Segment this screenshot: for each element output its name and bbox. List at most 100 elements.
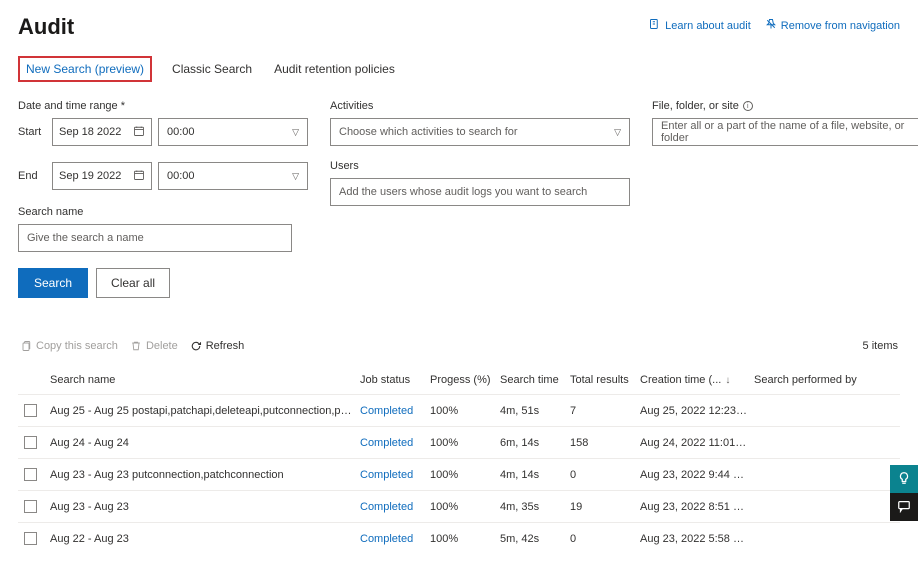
results-count: 5 items	[863, 340, 898, 352]
tab-new-search[interactable]: New Search (preview)	[18, 56, 152, 82]
row-progress: 100%	[430, 437, 500, 449]
trash-icon	[130, 340, 142, 352]
date-range-label: Date and time range *	[18, 100, 308, 112]
tab-classic-search[interactable]: Classic Search	[170, 56, 254, 82]
row-search-name[interactable]: Aug 24 - Aug 24	[50, 437, 360, 449]
feedback-button[interactable]	[890, 465, 918, 493]
row-job-status[interactable]: Completed	[360, 437, 430, 449]
table-row[interactable]: Aug 23 - Aug 23Completed100%4m, 35s19Aug…	[18, 490, 900, 522]
search-button[interactable]: Search	[18, 268, 88, 298]
row-job-status[interactable]: Completed	[360, 469, 430, 481]
end-time-picker[interactable]: 00:00 ▽	[158, 162, 308, 190]
row-creation-time: Aug 25, 2022 12:23…	[640, 405, 754, 417]
row-creation-time: Aug 23, 2022 9:44 …	[640, 469, 754, 481]
row-progress: 100%	[430, 405, 500, 417]
calendar-icon	[133, 169, 145, 184]
col-creation-time[interactable]: Creation time (... ↓	[640, 374, 754, 386]
col-search-name[interactable]: Search name	[50, 374, 360, 386]
end-label: End	[18, 170, 46, 182]
start-date-value: Sep 18 2022	[59, 126, 121, 138]
start-date-picker[interactable]: Sep 18 2022	[52, 118, 152, 146]
col-total-results[interactable]: Total results	[570, 374, 640, 386]
row-total-results: 0	[570, 469, 640, 481]
end-date-picker[interactable]: Sep 19 2022	[52, 162, 152, 190]
refresh-label: Refresh	[206, 340, 245, 352]
row-search-time: 5m, 42s	[500, 533, 570, 545]
search-name-placeholder: Give the search a name	[27, 232, 144, 244]
table-row[interactable]: Aug 24 - Aug 24Completed100%6m, 14s158Au…	[18, 426, 900, 458]
row-search-time: 4m, 35s	[500, 501, 570, 513]
row-total-results: 19	[570, 501, 640, 513]
start-time-picker[interactable]: 00:00 ▽	[158, 118, 308, 146]
chat-button[interactable]	[890, 493, 918, 521]
row-creation-time: Aug 24, 2022 11:01…	[640, 437, 754, 449]
chevron-down-icon: ▽	[614, 127, 621, 138]
copy-icon	[20, 340, 32, 352]
col-performed-by[interactable]: Search performed by	[754, 374, 894, 386]
col-progress[interactable]: Progess (%)	[430, 374, 500, 386]
file-placeholder: Enter all or a part of the name of a fil…	[661, 120, 918, 144]
row-search-name[interactable]: Aug 23 - Aug 23 putconnection,patchconne…	[50, 469, 360, 481]
row-search-time: 6m, 14s	[500, 437, 570, 449]
row-total-results: 7	[570, 405, 640, 417]
page-title: Audit	[18, 14, 74, 40]
search-name-input[interactable]: Give the search a name	[18, 224, 292, 252]
col-creation-label: Creation time (...	[640, 374, 721, 386]
chevron-down-icon: ▽	[292, 127, 299, 138]
row-search-time: 4m, 14s	[500, 469, 570, 481]
lightbulb-icon	[897, 471, 911, 488]
row-checkbox[interactable]	[24, 500, 37, 513]
row-progress: 100%	[430, 501, 500, 513]
row-job-status[interactable]: Completed	[360, 501, 430, 513]
file-label: File, folder, or site i	[652, 100, 918, 112]
book-icon	[649, 18, 661, 33]
users-label: Users	[330, 160, 630, 172]
row-job-status[interactable]: Completed	[360, 405, 430, 417]
col-search-time[interactable]: Search time	[500, 374, 570, 386]
row-creation-time: Aug 23, 2022 8:51 …	[640, 501, 754, 513]
row-checkbox[interactable]	[24, 532, 37, 545]
row-checkbox[interactable]	[24, 404, 37, 417]
row-total-results: 158	[570, 437, 640, 449]
row-checkbox[interactable]	[24, 468, 37, 481]
start-time-value: 00:00	[167, 126, 195, 138]
users-placeholder: Add the users whose audit logs you want …	[339, 186, 587, 198]
row-progress: 100%	[430, 533, 500, 545]
refresh-button[interactable]: Refresh	[190, 340, 245, 352]
users-input[interactable]: Add the users whose audit logs you want …	[330, 178, 630, 206]
row-checkbox[interactable]	[24, 436, 37, 449]
delete-label: Delete	[146, 340, 178, 352]
refresh-icon	[190, 340, 202, 352]
table-row[interactable]: Aug 22 - Aug 23Completed100%5m, 42s0Aug …	[18, 522, 900, 554]
remove-from-nav-link[interactable]: Remove from navigation	[765, 18, 900, 33]
activities-select[interactable]: Choose which activities to search for ▽	[330, 118, 630, 146]
table-row[interactable]: Aug 25 - Aug 25 postapi,patchapi,deletea…	[18, 394, 900, 426]
row-progress: 100%	[430, 469, 500, 481]
end-time-value: 00:00	[167, 170, 195, 182]
tab-retention-policies[interactable]: Audit retention policies	[272, 56, 397, 82]
table-row[interactable]: Aug 23 - Aug 23 putconnection,patchconne…	[18, 458, 900, 490]
unpin-icon	[765, 18, 777, 33]
info-icon[interactable]: i	[743, 101, 753, 111]
col-job-status[interactable]: Job status	[360, 374, 430, 386]
row-search-name[interactable]: Aug 22 - Aug 23	[50, 533, 360, 545]
row-search-name[interactable]: Aug 25 - Aug 25 postapi,patchapi,deletea…	[50, 405, 360, 417]
row-search-name[interactable]: Aug 23 - Aug 23	[50, 501, 360, 513]
clear-all-button[interactable]: Clear all	[96, 268, 170, 298]
end-date-value: Sep 19 2022	[59, 170, 121, 182]
row-creation-time: Aug 23, 2022 5:58 …	[640, 533, 754, 545]
row-total-results: 0	[570, 533, 640, 545]
file-input[interactable]: Enter all or a part of the name of a fil…	[652, 118, 918, 146]
row-job-status[interactable]: Completed	[360, 533, 430, 545]
learn-link-label: Learn about audit	[665, 20, 751, 32]
start-label: Start	[18, 126, 46, 138]
activities-label: Activities	[330, 100, 630, 112]
delete-button[interactable]: Delete	[130, 340, 178, 352]
results-table: Search name Job status Progess (%) Searc…	[18, 366, 900, 554]
activities-placeholder: Choose which activities to search for	[339, 126, 518, 138]
row-search-time: 4m, 51s	[500, 405, 570, 417]
copy-search-label: Copy this search	[36, 340, 118, 352]
copy-search-button[interactable]: Copy this search	[20, 340, 118, 352]
search-name-label: Search name	[18, 206, 308, 218]
learn-about-audit-link[interactable]: Learn about audit	[649, 18, 751, 33]
